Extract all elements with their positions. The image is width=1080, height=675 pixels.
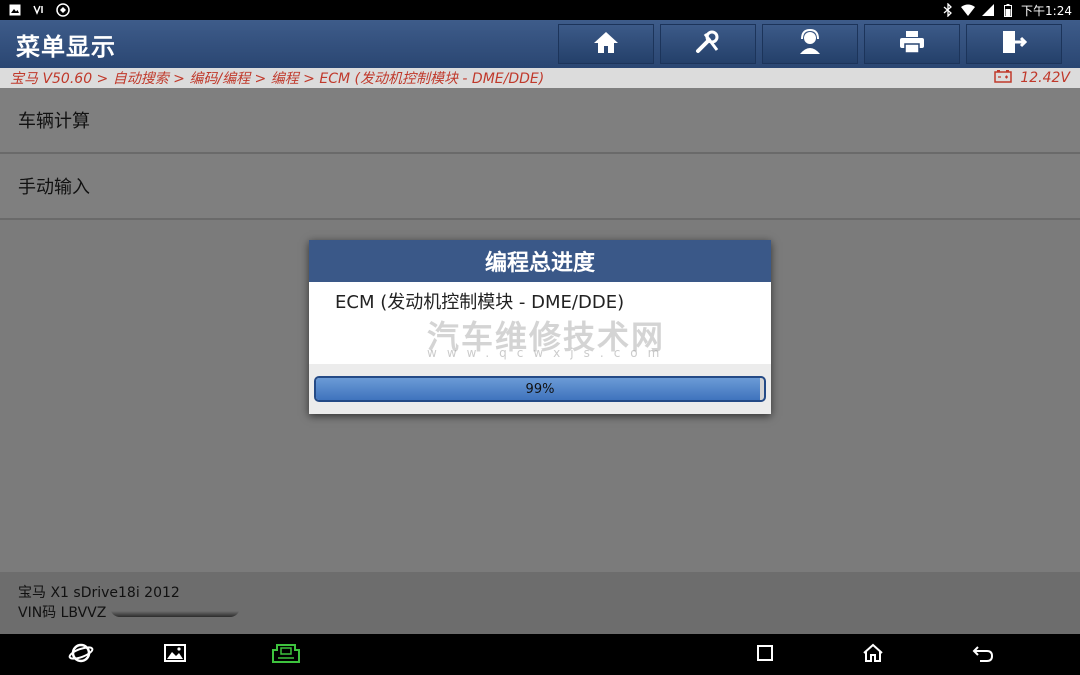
diagnostics-tool-icon (695, 30, 721, 58)
status-time: 下午1:24 (1021, 3, 1072, 18)
menu-item-vehicle-calculation[interactable]: 车辆计算 (0, 88, 1080, 154)
vehicle-vin: VIN码 LBVVZ (18, 602, 1062, 622)
diagnostics-tool-button[interactable] (660, 24, 756, 64)
status-bar: 下午1:24 (0, 0, 1080, 20)
back-button[interactable] (970, 642, 996, 668)
printer-icon (899, 30, 925, 58)
print-button[interactable] (864, 24, 960, 64)
dialog-body: ECM (发动机控制模块 - DME/DDE) 汽车维修技术网 www.qcwx… (309, 282, 771, 364)
toolbar (558, 24, 1062, 64)
vehicle-info: 宝马 X1 sDrive18i 2012 VIN码 LBVVZ (0, 572, 1080, 634)
vci-button[interactable] (271, 642, 301, 668)
image-icon (8, 3, 22, 17)
signal-icon (981, 3, 995, 17)
vpn-icon (56, 3, 70, 17)
watermark-url: www.qcwxjs.com (427, 346, 670, 360)
dialog-footer: 99% (309, 364, 771, 414)
menu-item-manual-input[interactable]: 手动输入 (0, 154, 1080, 220)
browser-icon (68, 641, 94, 669)
support-button[interactable] (762, 24, 858, 64)
voltage-value: 12.42V (1020, 70, 1070, 86)
page-title: 菜单显示 (16, 32, 116, 61)
programming-progress-dialog: 编程总进度 ECM (发动机控制模块 - DME/DDE) 汽车维修技术网 ww… (309, 240, 771, 414)
module-name: ECM (发动机控制模块 - DME/DDE) (335, 292, 625, 313)
menu-item-label: 车辆计算 (18, 111, 90, 132)
support-person-icon (797, 28, 823, 59)
recent-apps-icon (756, 644, 774, 666)
exit-icon (1001, 29, 1028, 59)
progress-label: 99% (525, 381, 555, 397)
bluetooth-icon (941, 3, 955, 17)
gallery-button[interactable] (162, 642, 188, 668)
progress-bar: 99% (314, 376, 766, 402)
vehicle-model: 宝马 X1 sDrive18i 2012 (18, 585, 180, 601)
menu-item-label: 手动输入 (18, 177, 90, 198)
usb-icon (32, 3, 46, 17)
dialog-title: 编程总进度 (309, 240, 771, 282)
recent-apps-button[interactable] (752, 642, 778, 668)
vci-icon (271, 642, 301, 668)
home-button[interactable] (558, 24, 654, 64)
wifi-icon (961, 3, 976, 17)
browser-button[interactable] (68, 642, 94, 668)
navigation-bar (0, 634, 1080, 675)
car-battery-icon (994, 69, 1013, 87)
gallery-icon (164, 644, 186, 666)
back-icon (972, 643, 994, 667)
home-nav-button[interactable] (860, 642, 886, 668)
home-nav-icon (862, 643, 884, 667)
app-header: 菜单显示 (0, 20, 1080, 68)
battery-icon (1001, 3, 1015, 17)
breadcrumb: 宝马 V50.60 > 自动搜索 > 编码/编程 > 编程 > ECM (发动机… (0, 68, 1080, 88)
voltage-indicator: 12.42V (994, 69, 1070, 87)
vin-redaction (110, 607, 241, 617)
menu-list: 车辆计算 手动输入 (0, 88, 1080, 220)
exit-button[interactable] (966, 24, 1062, 64)
home-icon (593, 30, 619, 58)
vin-prefix: VIN码 LBVVZ (18, 605, 107, 621)
breadcrumb-path: 宝马 V50.60 > 自动搜索 > 编码/编程 > 编程 > ECM (发动机… (10, 71, 545, 87)
